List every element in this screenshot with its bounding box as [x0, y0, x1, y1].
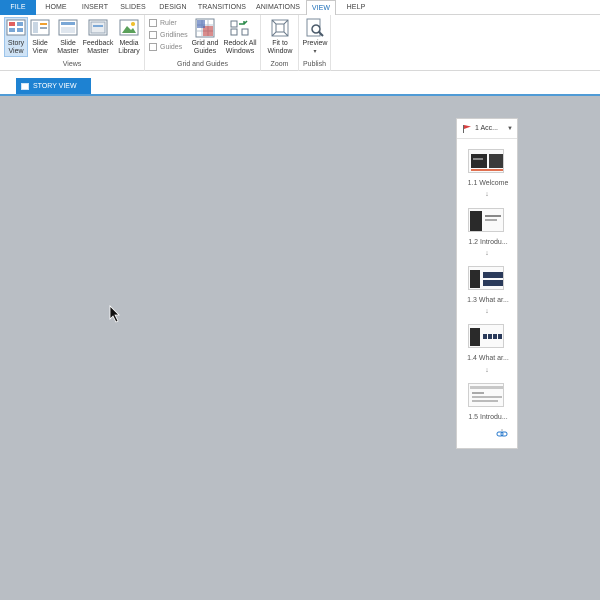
slide-view-icon — [30, 19, 50, 36]
fit-to-window-button[interactable]: Fit to Window — [265, 18, 295, 56]
redock-all-windows-label: Redock All Windows — [223, 40, 257, 55]
slide-label: 1.4 What ar... — [467, 355, 509, 362]
gridlines-checkbox[interactable]: Gridlines — [149, 31, 188, 39]
tab-help[interactable]: HELP — [336, 0, 376, 15]
slide-label: 1.5 Introdu... — [468, 414, 508, 421]
slide-thumbnail-1-5[interactable] — [468, 383, 504, 407]
slide-view-button[interactable]: Slide View — [29, 18, 51, 56]
feedback-master-button[interactable]: Feedback Master — [82, 18, 114, 56]
document-tab-strip: STORY VIEW — [0, 71, 600, 96]
guides-label: Guides — [160, 43, 183, 51]
grid-and-guides-icon — [195, 18, 215, 38]
slide-view-label: Slide View — [32, 40, 48, 55]
story-view-tab-label: STORY VIEW — [33, 82, 77, 90]
slide-label: 1.2 Introdu... — [468, 239, 508, 246]
grid-guides-group-label: Grid and Guides — [177, 61, 228, 68]
starting-scene-flag-icon — [463, 124, 471, 133]
views-group-label: Views — [62, 61, 82, 68]
slide-thumbnail-image — [469, 384, 503, 406]
story-view-icon — [6, 19, 26, 36]
feedback-master-icon — [88, 19, 108, 36]
redock-windows-icon — [230, 20, 249, 36]
scene-link-icon[interactable] — [496, 429, 508, 437]
slide-thumbnail-1-1[interactable] — [468, 149, 504, 173]
media-library-label: Media Library — [118, 40, 140, 55]
slide-thumbnail-1-3[interactable] — [468, 266, 504, 290]
story-view-label: Story View — [7, 40, 25, 55]
story-view-tab[interactable]: STORY VIEW — [16, 78, 91, 94]
media-library-button[interactable]: Media Library — [116, 18, 142, 56]
publish-group: Preview ▾ Publish — [299, 15, 331, 71]
tab-insert[interactable]: INSERT — [76, 0, 114, 15]
tab-animations[interactable]: ANIMATIONS — [250, 0, 306, 15]
gridlines-checkbox-box — [149, 31, 157, 39]
guides-checkbox-box — [149, 43, 157, 51]
slide-label: 1.1 Welcome — [467, 180, 509, 187]
media-library-icon — [119, 19, 139, 36]
grid-and-guides-button[interactable]: Grid and Guides — [190, 18, 220, 56]
slide-thumbnail-image — [469, 325, 503, 347]
guides-checkbox[interactable]: Guides — [149, 43, 182, 51]
flow-arrow-icon: ↓ — [485, 308, 489, 315]
ribbon: Story View Slide View Slide Master Feedb… — [0, 15, 600, 71]
slide-thumbnail-1-2[interactable] — [468, 208, 504, 232]
flow-arrow-icon: ↓ — [485, 191, 489, 198]
tab-file[interactable]: FILE — [0, 0, 36, 15]
zoom-group-label: Zoom — [270, 61, 289, 68]
ruler-label: Ruler — [160, 19, 177, 27]
gridlines-label: Gridlines — [160, 31, 188, 39]
slide-thumbnail-image — [469, 209, 503, 231]
ruler-checkbox-box — [149, 19, 157, 27]
slide-thumbnail-image — [469, 150, 503, 172]
slide-thumbnail-1-4[interactable] — [468, 324, 504, 348]
redock-all-windows-button[interactable]: Redock All Windows — [222, 18, 258, 56]
preview-icon — [306, 18, 324, 37]
views-group: Story View Slide View Slide Master Feedb… — [0, 15, 145, 71]
publish-group-label: Publish — [303, 61, 326, 68]
scene-panel[interactable]: 1 Acc... ▼ 1.1 Welcome ↓ 1.2 Introdu... … — [456, 118, 518, 449]
scene-title: 1 Acc... — [475, 125, 498, 132]
slide-label: 1.3 What ar... — [467, 297, 509, 304]
slide-thumbnail-image — [469, 267, 503, 289]
grid-and-guides-label: Grid and Guides — [191, 40, 219, 55]
story-view-button[interactable]: Story View — [4, 17, 28, 57]
slide-master-button[interactable]: Slide Master — [55, 18, 81, 56]
slide-master-icon — [58, 19, 78, 36]
scene-collapse-caret-icon[interactable]: ▼ — [507, 126, 513, 132]
fit-to-window-icon — [271, 19, 289, 37]
slide-master-label: Slide Master — [57, 40, 79, 55]
tab-home[interactable]: HOME — [36, 0, 76, 15]
flow-arrow-icon: ↓ — [485, 250, 489, 257]
ruler-checkbox[interactable]: Ruler — [149, 19, 177, 27]
tab-slides[interactable]: SLIDES — [114, 0, 152, 15]
mouse-cursor-icon — [109, 305, 120, 323]
preview-button[interactable]: Preview ▾ — [302, 18, 328, 56]
preview-dropdown-caret-icon[interactable]: ▾ — [313, 48, 316, 56]
tab-design[interactable]: DESIGN — [152, 0, 194, 15]
preview-label: Preview — [302, 40, 328, 47]
tab-transitions[interactable]: TRANSITIONS — [194, 0, 250, 15]
flow-arrow-icon: ↓ — [485, 367, 489, 374]
tab-view[interactable]: VIEW — [306, 0, 336, 16]
fit-to-window-label: Fit to Window — [267, 40, 293, 55]
grid-guides-group: Ruler Gridlines Guides Grid and Guides R… — [145, 15, 261, 71]
story-view-tab-icon — [21, 82, 29, 90]
zoom-group: Fit to Window Zoom — [261, 15, 299, 71]
scene-header[interactable]: 1 Acc... ▼ — [457, 119, 517, 139]
feedback-master-label: Feedback Master — [82, 40, 114, 55]
menu-tab-bar: FILE HOME INSERT SLIDES DESIGN TRANSITIO… — [0, 0, 600, 16]
